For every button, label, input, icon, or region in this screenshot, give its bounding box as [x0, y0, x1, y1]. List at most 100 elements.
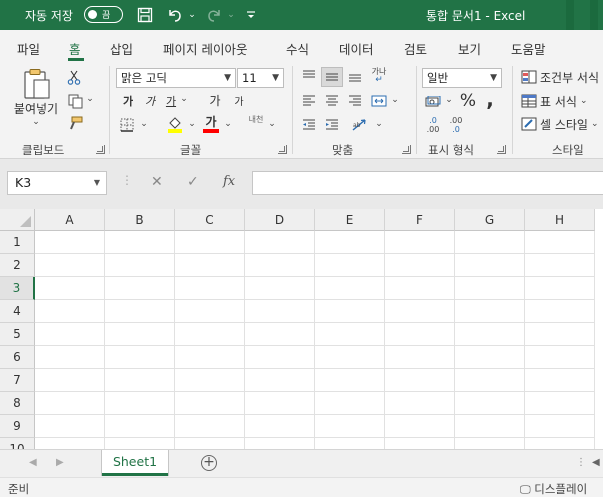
cell-d10[interactable]: [245, 438, 315, 449]
cell-styles-button[interactable]: 셀 스타일 ⌄: [521, 115, 603, 133]
cell-a5[interactable]: [35, 323, 105, 346]
row-header-1[interactable]: 1: [0, 231, 35, 254]
customize-toolbar-icon[interactable]: [244, 5, 258, 25]
formula-input[interactable]: [252, 171, 603, 195]
cell-g5[interactable]: [455, 323, 525, 346]
font-color-button[interactable]: 가: [202, 114, 220, 134]
cell-a2[interactable]: [35, 254, 105, 277]
cell-f3[interactable]: [385, 277, 455, 300]
row-header-8[interactable]: 8: [0, 392, 35, 415]
row-header-3[interactable]: 3: [0, 277, 35, 300]
decrease-decimal-button[interactable]: .00 .0: [446, 115, 466, 135]
cell-g4[interactable]: [455, 300, 525, 323]
cell-g7[interactable]: [455, 369, 525, 392]
row-header-7[interactable]: 7: [0, 369, 35, 392]
cell-d9[interactable]: [245, 415, 315, 438]
display-settings-button[interactable]: 🖵 디스플레이: [520, 481, 587, 497]
copy-dropdown-icon[interactable]: ⌄: [86, 94, 94, 104]
wrap-text-button[interactable]: 가나 ↵: [369, 65, 389, 87]
cell-g10[interactable]: [455, 438, 525, 449]
cell-d6[interactable]: [245, 346, 315, 369]
cell-e4[interactable]: [315, 300, 385, 323]
cell-h2[interactable]: [525, 254, 595, 277]
row-header-5[interactable]: 5: [0, 323, 35, 346]
cell-b1[interactable]: [105, 231, 175, 254]
tab-help[interactable]: 도움말: [511, 39, 546, 58]
row-header-4[interactable]: 4: [0, 300, 35, 323]
phonetic-button[interactable]: 내천: [246, 114, 266, 125]
cell-e10[interactable]: [315, 438, 385, 449]
cell-e7[interactable]: [315, 369, 385, 392]
cell-c3[interactable]: [175, 277, 245, 300]
cell-c8[interactable]: [175, 392, 245, 415]
conditional-format-button[interactable]: 조건부 서식: [521, 68, 603, 86]
paste-label[interactable]: 붙여넣기: [11, 100, 61, 117]
sheet-tab-sheet1[interactable]: Sheet1: [102, 450, 168, 476]
column-header-d[interactable]: D: [245, 209, 315, 231]
cell-g2[interactable]: [455, 254, 525, 277]
cell-f8[interactable]: [385, 392, 455, 415]
cell-g6[interactable]: [455, 346, 525, 369]
cell-b9[interactable]: [105, 415, 175, 438]
orientation-dropdown-icon[interactable]: ⌄: [375, 119, 383, 129]
cell-d2[interactable]: [245, 254, 315, 277]
align-left-icon[interactable]: [299, 92, 319, 110]
underline-dropdown-icon[interactable]: ⌄: [180, 94, 188, 104]
cell-d7[interactable]: [245, 369, 315, 392]
align-middle-icon[interactable]: [321, 67, 343, 87]
cell-c7[interactable]: [175, 369, 245, 392]
column-header-c[interactable]: C: [175, 209, 245, 231]
cell-a3[interactable]: [35, 277, 105, 300]
cell-b7[interactable]: [105, 369, 175, 392]
column-header-h[interactable]: H: [525, 209, 595, 231]
font-name-select[interactable]: 맑은 고딕 ▼: [116, 68, 236, 88]
currency-icon[interactable]: [423, 93, 443, 111]
orientation-icon[interactable]: ab: [347, 116, 373, 134]
redo-dropdown-icon[interactable]: ⌄: [227, 5, 235, 25]
cell-a8[interactable]: [35, 392, 105, 415]
cell-b6[interactable]: [105, 346, 175, 369]
align-top-icon[interactable]: [299, 67, 319, 85]
cut-icon[interactable]: [66, 69, 82, 85]
cell-c6[interactable]: [175, 346, 245, 369]
cell-d8[interactable]: [245, 392, 315, 415]
split-handle-icon[interactable]: ⋮: [576, 457, 586, 468]
currency-dropdown-icon[interactable]: ⌄: [445, 95, 453, 105]
redo-icon[interactable]: [203, 5, 225, 25]
decrease-indent-icon[interactable]: [299, 116, 319, 134]
save-icon[interactable]: [136, 5, 154, 25]
cell-h3[interactable]: [525, 277, 595, 300]
cell-c2[interactable]: [175, 254, 245, 277]
column-header-g[interactable]: G: [455, 209, 525, 231]
border-dropdown-icon[interactable]: ⌄: [140, 119, 148, 129]
bold-button[interactable]: 가: [121, 93, 135, 109]
cancel-icon[interactable]: ✕: [151, 174, 163, 190]
insert-function-icon[interactable]: fx: [223, 174, 235, 189]
tab-view[interactable]: 보기: [458, 39, 481, 58]
scroll-tabs-right-icon[interactable]: ▶: [56, 457, 64, 468]
column-header-f[interactable]: F: [385, 209, 455, 231]
cell-h8[interactable]: [525, 392, 595, 415]
cell-b3[interactable]: [105, 277, 175, 300]
percent-button[interactable]: %: [458, 91, 478, 111]
format-painter-icon[interactable]: [66, 115, 84, 131]
cell-d4[interactable]: [245, 300, 315, 323]
cell-e9[interactable]: [315, 415, 385, 438]
tab-file[interactable]: 파일: [17, 39, 40, 58]
paste-icon[interactable]: [18, 68, 56, 100]
tab-insert[interactable]: 삽입: [110, 39, 133, 58]
align-bottom-icon[interactable]: [345, 67, 365, 85]
row-header-6[interactable]: 6: [0, 346, 35, 369]
cell-c10[interactable]: [175, 438, 245, 449]
cell-d1[interactable]: [245, 231, 315, 254]
merge-dropdown-icon[interactable]: ⌄: [391, 95, 399, 105]
cell-b10[interactable]: [105, 438, 175, 449]
cell-f1[interactable]: [385, 231, 455, 254]
cell-a9[interactable]: [35, 415, 105, 438]
column-header-e[interactable]: E: [315, 209, 385, 231]
cell-g8[interactable]: [455, 392, 525, 415]
cell-e6[interactable]: [315, 346, 385, 369]
cell-f10[interactable]: [385, 438, 455, 449]
font-launcher-icon[interactable]: [278, 145, 287, 154]
tab-data[interactable]: 데이터: [339, 39, 374, 58]
